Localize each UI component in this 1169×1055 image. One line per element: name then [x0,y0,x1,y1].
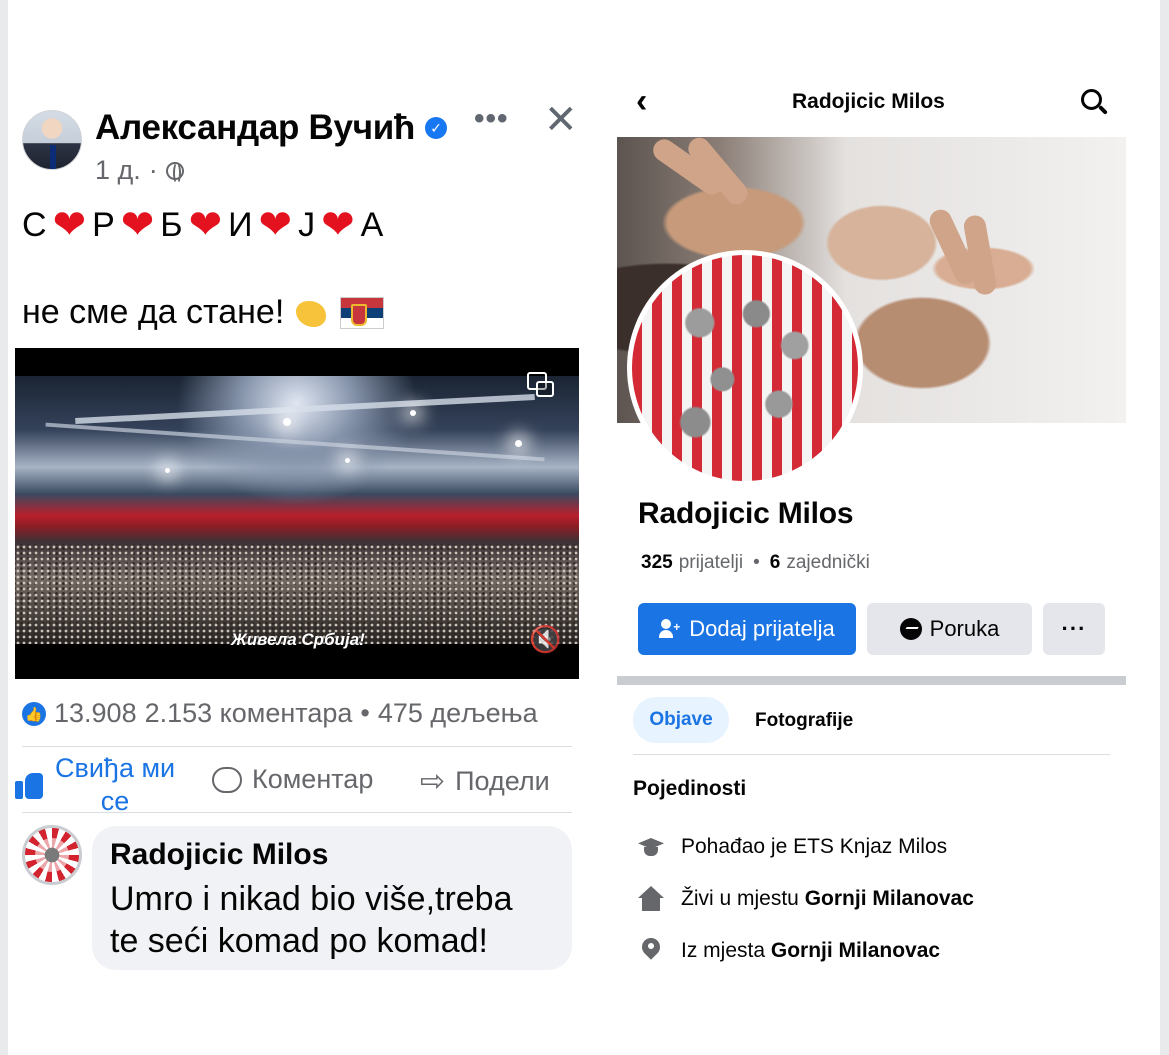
profile-picture[interactable] [627,250,863,486]
share-arrow-icon: ⇨ [420,765,446,798]
house-icon [637,886,665,912]
message-button[interactable]: Poruka [867,603,1032,655]
post-text-line1: С ❤ Р ❤ Б ❤ И ❤ Ј ❤ А [22,205,383,245]
red-heart-icon: ❤ [188,203,223,247]
add-friend-button[interactable]: + Dodaj prijatelja [638,603,856,655]
tab-photos[interactable]: Fotografije [755,710,853,732]
comment-text: Umro i nikad bio više,treba te seći koma… [110,880,513,960]
post-video[interactable]: Живела Србија! 🔇 [15,348,579,679]
detail-education: Pohađao je ETS Knjaz Milos [637,834,947,860]
post-text-line2: не сме да стане! [22,293,385,332]
serbian-flag-icon [340,296,385,329]
detail-lives-in: Živi u mjestu Gornji Milanovac [637,886,974,912]
red-heart-icon: ❤ [258,203,293,247]
flexed-biceps-icon [292,295,332,331]
profile-header-title: Radojicic Milos [792,90,945,113]
friends-count: 325 [641,552,673,573]
video-caption: Живела Србија! [231,630,365,649]
detail-from: Iz mjesta Gornji Milanovac [637,938,940,964]
hometown-place[interactable]: Gornji Milanovac [771,939,940,962]
comment-bubble: Radojicic Milos Umro i nikad bio više,tr… [92,826,572,970]
post-letter: Б [160,205,183,244]
post-letter: Р [92,205,115,244]
post-letter: А [360,205,384,244]
red-heart-icon: ❤ [52,203,87,247]
post-text: не сме да стане! [22,293,285,331]
post-letter: С [22,205,47,244]
red-heart-icon: ❤ [120,203,155,247]
globe-icon [165,161,184,184]
mutual-count: 6 [769,552,781,573]
thumbs-up-icon [15,771,45,799]
verified-badge-icon: ✓ [425,117,448,139]
speaker-muted-icon[interactable]: 🔇 [529,624,561,655]
commenter-name[interactable]: Radojicic Milos [110,838,554,872]
messenger-icon [899,618,922,640]
tab-posts[interactable]: Objave [633,697,729,743]
add-friend-icon: + [659,619,681,639]
divider [22,746,572,747]
post-letter: И [228,205,253,244]
reaction-stats: 👍 13.908 2.153 коментара • 475 дељења [22,698,538,729]
lives-in-place[interactable]: Gornji Milanovac [805,887,974,910]
like-button[interactable]: Свиђа ми се [15,752,175,818]
divider [22,812,572,813]
divider [633,754,1110,755]
picture-in-picture-icon[interactable] [527,372,555,398]
like-reaction-icon: 👍 [22,701,46,726]
more-options-button[interactable]: ··· [1043,603,1105,655]
likes-count[interactable]: 13.908 [54,698,137,729]
post-more-options-button[interactable]: ••• [474,102,509,136]
shares-count[interactable]: 475 дељења [378,698,538,729]
section-separator [617,676,1126,685]
back-chevron-icon[interactable]: ‹ [636,84,647,118]
search-icon[interactable] [1081,89,1109,117]
graduation-cap-icon [637,834,665,860]
comments-count[interactable]: 2.153 коментара [145,698,353,729]
post-meta: 1 д. · [95,155,184,186]
post-author-name[interactable]: Александар Вучић [95,108,415,148]
friends-summary[interactable]: 325 prijatelji • 6 zajednički [641,552,870,574]
post-letter: Ј [298,205,316,244]
post-author[interactable]: Александар Вучић ✓ [95,108,448,148]
commenter-avatar[interactable] [22,825,82,885]
close-icon[interactable]: ✕ [544,100,578,140]
share-button[interactable]: ⇨ Подели [420,764,550,799]
details-title: Pojedinosti [633,777,747,800]
red-heart-icon: ❤ [321,203,355,247]
comment-button[interactable]: Коментар [212,764,373,795]
post-time[interactable]: 1 д. [95,155,141,186]
comment-bubble-icon [212,766,242,793]
location-pin-icon [637,938,665,964]
author-avatar[interactable] [22,110,82,170]
profile-name: Radojicic Milos [638,497,854,530]
